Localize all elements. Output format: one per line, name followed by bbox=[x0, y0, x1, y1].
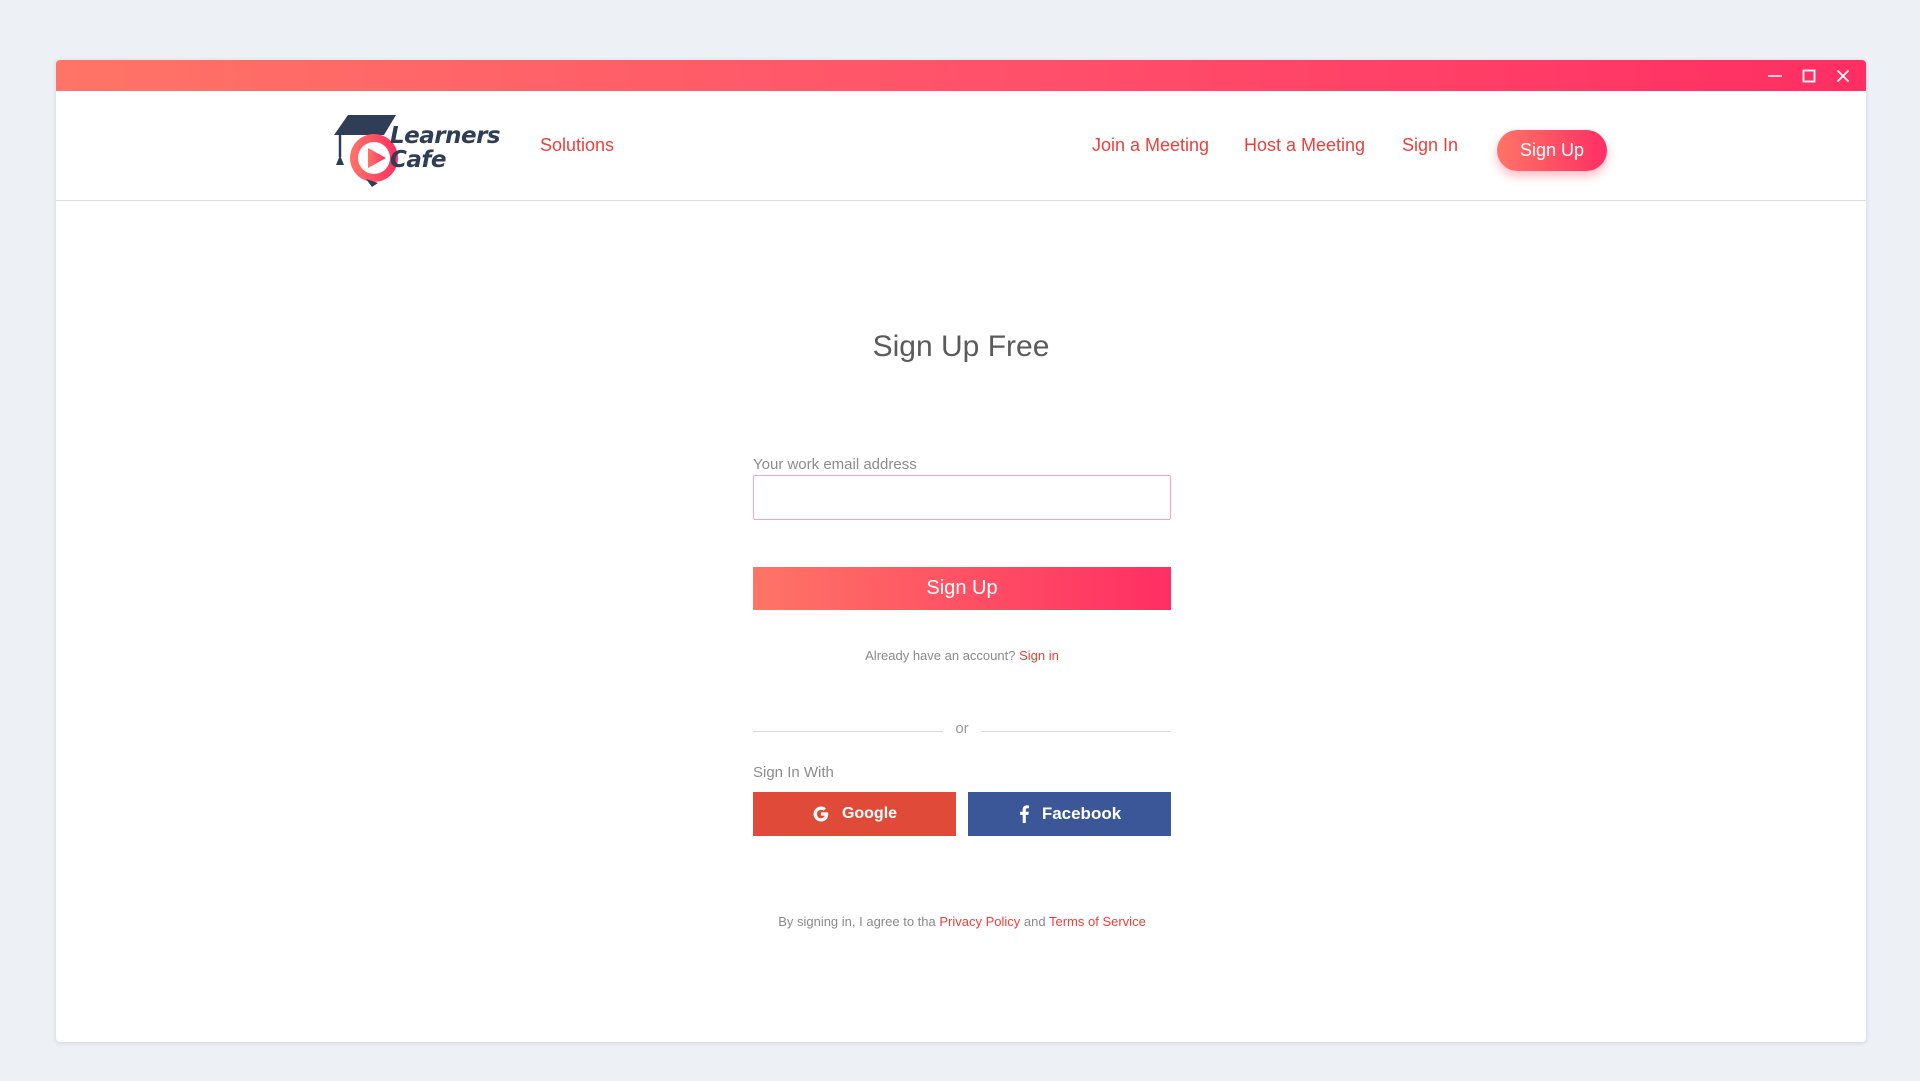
divider-or: or bbox=[955, 720, 969, 737]
minimize-icon bbox=[1768, 74, 1782, 77]
divider-right bbox=[981, 731, 1171, 732]
close-button[interactable] bbox=[1826, 60, 1860, 91]
nav-sign-in[interactable]: Sign In bbox=[1402, 135, 1458, 156]
facebook-button-label: Facebook bbox=[1041, 804, 1122, 823]
brand-name: Learners Cafe bbox=[390, 123, 501, 173]
google-icon bbox=[812, 805, 830, 823]
brand-name-line2: Cafe bbox=[390, 147, 447, 173]
maximize-icon bbox=[1802, 69, 1816, 82]
nav-host-meeting[interactable]: Host a Meeting bbox=[1244, 135, 1365, 156]
nav-join-meeting[interactable]: Join a Meeting bbox=[1092, 135, 1209, 156]
already-account-label: Already have an account? bbox=[865, 648, 1016, 663]
google-button-label: Google bbox=[841, 805, 898, 822]
window-controls bbox=[1758, 60, 1860, 91]
sign-up-submit-button[interactable]: Sign Up bbox=[753, 567, 1171, 610]
nav-solutions[interactable]: Solutions bbox=[540, 135, 614, 156]
facebook-sign-in-button[interactable]: Facebook bbox=[968, 792, 1171, 836]
signup-form: Your work email address Sign Up Already … bbox=[753, 202, 1171, 1042]
sign-in-link[interactable]: Sign in bbox=[1019, 648, 1059, 663]
brand-name-line1: Learners bbox=[390, 123, 501, 149]
email-input[interactable] bbox=[753, 475, 1171, 520]
minimize-button[interactable] bbox=[1758, 60, 1792, 91]
brand-logo[interactable]: Learners Cafe bbox=[330, 113, 506, 189]
already-account-text: Already have an account? Sign in bbox=[753, 648, 1171, 663]
email-label: Your work email address bbox=[753, 456, 917, 473]
legal-text: By signing in, I agree to tha Privacy Po… bbox=[753, 914, 1171, 929]
top-navbar: Learners Cafe Solutions Join a Meeting H… bbox=[56, 91, 1866, 201]
signup-content: Sign Up Free Your work email address Sig… bbox=[56, 202, 1866, 1042]
nav-sign-up-button[interactable]: Sign Up bbox=[1497, 130, 1607, 171]
privacy-policy-link[interactable]: Privacy Policy bbox=[939, 914, 1020, 929]
maximize-button[interactable] bbox=[1792, 60, 1826, 91]
facebook-icon bbox=[1018, 805, 1030, 823]
google-sign-in-button[interactable]: Google bbox=[753, 792, 956, 836]
terms-of-service-link[interactable]: Terms of Service bbox=[1049, 914, 1146, 929]
legal-and: and bbox=[1023, 914, 1046, 929]
browser-window: Learners Cafe Solutions Join a Meeting H… bbox=[56, 60, 1866, 1042]
title-bar bbox=[56, 60, 1866, 91]
legal-prefix: By signing in, I agree to tha bbox=[778, 914, 936, 929]
close-icon bbox=[1836, 69, 1850, 82]
sign-in-with-label: Sign In With bbox=[753, 764, 834, 781]
